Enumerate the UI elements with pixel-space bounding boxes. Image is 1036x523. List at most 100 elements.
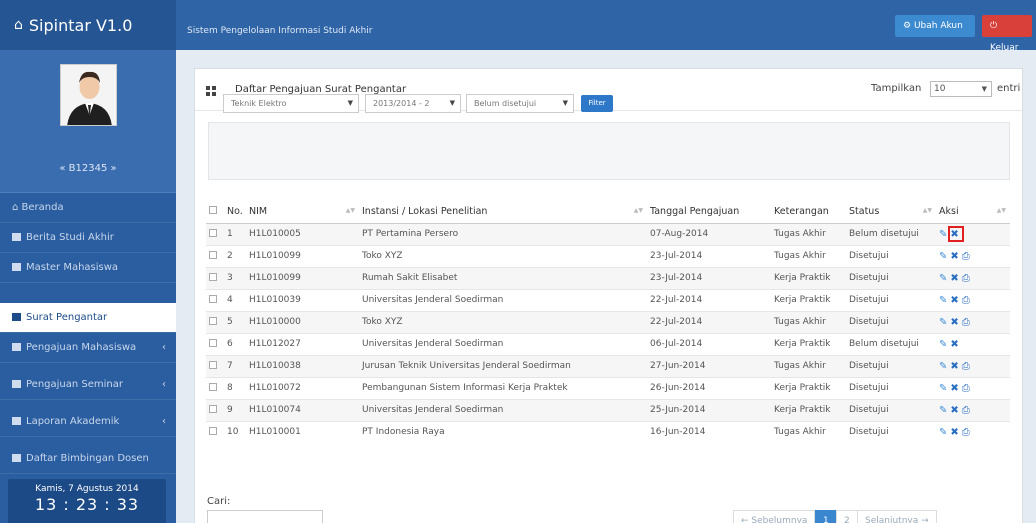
cell-tanggal: 23-Jul-2014 (647, 244, 771, 267)
cell-no: 7 (224, 354, 246, 377)
edit-icon[interactable]: ✎ (939, 339, 947, 350)
print-icon[interactable]: ⎙ (962, 383, 970, 394)
current-date: Kamis, 7 Agustus 2014 (35, 484, 139, 494)
cell-nim: H1L010005 (246, 222, 359, 245)
cell-keterangan: Kerja Praktik (771, 288, 846, 311)
print-icon[interactable]: ⎙ (962, 361, 970, 372)
col-keterangan[interactable]: Keterangan (771, 201, 846, 224)
sidebar-item-laporan-akademik[interactable]: Laporan Akademik ‹ (0, 407, 176, 437)
menu-icon (12, 417, 21, 425)
cell-nim: H1L010099 (246, 266, 359, 289)
col-status[interactable]: Status ▲▼ (846, 201, 936, 224)
cell-keterangan: Tugas Akhir (771, 354, 846, 377)
periode-select[interactable]: 2013/2014 - 2 ▼ (365, 94, 461, 113)
row-checkbox[interactable] (206, 420, 224, 443)
row-checkbox[interactable] (206, 310, 224, 333)
cell-keterangan: Tugas Akhir (771, 244, 846, 267)
table-row: 8 H1L010072 Pembangunan Sistem Informasi K… (206, 376, 1010, 399)
chevron-left-icon: ‹ (162, 416, 166, 427)
row-checkbox[interactable] (206, 332, 224, 355)
cell-actions: ✎ ✖ ⎙ (936, 376, 1010, 399)
caret-down-icon: ▼ (981, 85, 987, 93)
sidebar-item-master-mahasiswa[interactable]: Master Mahasiswa (0, 253, 176, 283)
system-name: Sistem Pengelolaan Informasi Studi Akhir (187, 26, 373, 36)
print-icon[interactable]: ⎙ (962, 273, 970, 284)
prev-page-button[interactable]: ← Sebelumnya (733, 510, 816, 523)
sidebar-item-pengajuan-mahasiswa[interactable]: Pengajuan Mahasiswa ‹ (0, 333, 176, 363)
delete-icon[interactable]: ✖ (950, 405, 958, 416)
delete-icon[interactable]: ✖ (950, 251, 958, 262)
page-2-button[interactable]: 2 (836, 510, 858, 523)
row-checkbox[interactable] (206, 244, 224, 267)
cell-status: Belum disetujui (846, 332, 936, 355)
col-instansi[interactable]: Instansi / Lokasi Penelitian ▲▼ (359, 201, 647, 224)
cell-nim: H1L010072 (246, 376, 359, 399)
cell-status: Disetujui (846, 376, 936, 399)
table-row: 3 H1L010099 Rumah Sakit Elisabet 23-Jul-201… (206, 266, 1010, 289)
cell-nim: H1L010074 (246, 398, 359, 421)
delete-icon[interactable]: ✖ (950, 317, 958, 328)
delete-icon[interactable]: ✖ (950, 339, 958, 350)
col-tanggal[interactable]: Tanggal Pengajuan (647, 201, 771, 224)
edit-icon[interactable]: ✎ (939, 383, 947, 394)
delete-icon[interactable]: ✖ (950, 295, 958, 306)
edit-icon[interactable]: ✎ (939, 405, 947, 416)
sort-icon: ▲▼ (633, 207, 643, 214)
entries-select[interactable]: 10 ▼ (930, 81, 992, 97)
row-checkbox[interactable] (206, 354, 224, 377)
print-icon[interactable]: ⎙ (962, 405, 970, 416)
menu-icon (12, 454, 21, 462)
print-icon[interactable]: ⎙ (962, 427, 970, 438)
search-input[interactable] (207, 510, 323, 523)
print-icon[interactable]: ⎙ (962, 295, 970, 306)
select-all-checkbox[interactable] (206, 201, 224, 224)
submission-table: No. NIM ▲▼ Instansi / Lokasi Penelitian ▲▼… (206, 201, 1010, 443)
filter-button[interactable]: Filter (581, 95, 613, 112)
row-checkbox[interactable] (206, 222, 224, 245)
row-checkbox[interactable] (206, 266, 224, 289)
edit-icon[interactable]: ✎ (939, 295, 947, 306)
edit-icon[interactable]: ✎ (939, 361, 947, 372)
cell-keterangan: Kerja Praktik (771, 376, 846, 399)
delete-icon[interactable]: ✖ (950, 361, 958, 372)
delete-icon[interactable]: ✖ (950, 273, 958, 284)
app-brand[interactable]: ⌂ Sipintar V1.0 (0, 0, 176, 50)
sidebar-item-berita[interactable]: Berita Studi Akhir (0, 223, 176, 253)
delete-icon[interactable]: ✖ (950, 427, 958, 438)
col-no[interactable]: No. (224, 201, 246, 224)
change-account-button[interactable]: ⚙ Ubah Akun (895, 15, 975, 37)
cell-status: Disetujui (846, 310, 936, 333)
delete-icon[interactable]: ✖ (950, 383, 958, 394)
page-1-button[interactable]: 1 (815, 510, 837, 523)
cell-no: 1 (224, 222, 246, 245)
user-box: « B12345 » (0, 50, 176, 193)
edit-icon[interactable]: ✎ (939, 427, 947, 438)
next-page-button[interactable]: Selanjutnya → (857, 510, 937, 523)
row-checkbox[interactable] (206, 398, 224, 421)
logout-button[interactable]: ⏻ Keluar (982, 15, 1032, 53)
print-icon[interactable]: ⎙ (962, 251, 970, 262)
cell-actions: ✎ ✖ ⎙ (936, 266, 1010, 289)
cell-instansi: PT Indonesia Raya (359, 420, 647, 443)
cell-instansi: Universitas Jenderal Soedirman (359, 288, 647, 311)
sidebar-item-surat-pengantar[interactable]: Surat Pengantar (0, 303, 176, 333)
col-aksi[interactable]: Aksi ▲▼ (936, 201, 1010, 224)
row-checkbox[interactable] (206, 288, 224, 311)
jurusan-select[interactable]: Teknik Elektro ▼ (223, 94, 359, 113)
col-nim[interactable]: NIM ▲▼ (246, 201, 359, 224)
sidebar-item-bimbingan-dosen[interactable]: Daftar Bimbingan Dosen (0, 444, 176, 474)
cell-instansi: Pembangunan Sistem Informasi Kerja Prakt… (359, 376, 647, 399)
menu-icon (12, 313, 21, 321)
edit-icon[interactable]: ✎ (939, 229, 947, 240)
entries-label: entri (997, 83, 1021, 94)
sidebar-item-pengajuan-seminar[interactable]: Pengajuan Seminar ‹ (0, 370, 176, 400)
cell-keterangan: Kerja Praktik (771, 398, 846, 421)
edit-icon[interactable]: ✎ (939, 273, 947, 284)
print-icon[interactable]: ⎙ (962, 317, 970, 328)
row-checkbox[interactable] (206, 376, 224, 399)
status-select[interactable]: Belum disetujui ▼ (466, 94, 574, 113)
edit-icon[interactable]: ✎ (939, 251, 947, 262)
sidebar-item-beranda[interactable]: ⌂ Beranda (0, 193, 176, 223)
current-time: 13 : 23 : 33 (34, 495, 140, 514)
edit-icon[interactable]: ✎ (939, 317, 947, 328)
